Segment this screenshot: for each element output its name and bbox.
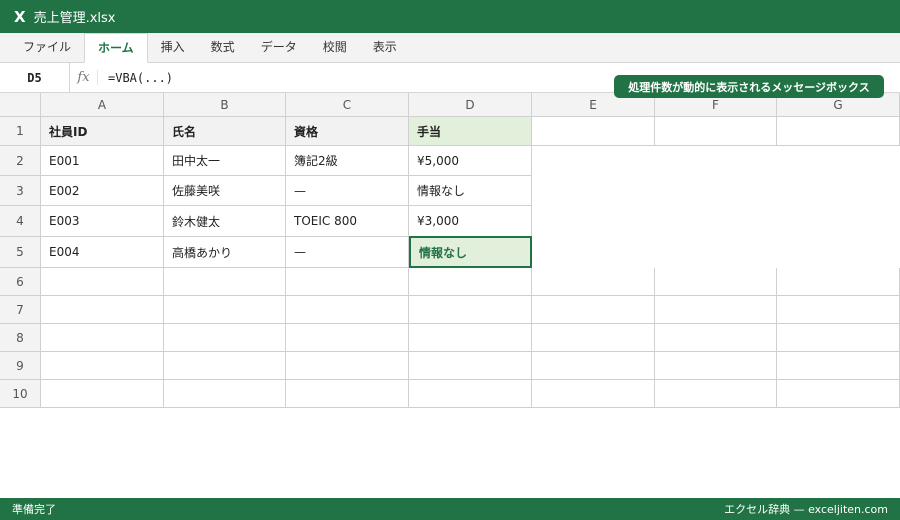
table-cell[interactable]: E001 [41,146,164,176]
cell-c10[interactable] [286,380,409,408]
table-cell[interactable]: 簿記2級 [286,146,409,176]
cell-d8[interactable] [409,324,532,352]
table-cell[interactable]: ¥5,000 [409,146,532,176]
cell-e7[interactable] [532,296,655,324]
tab-insert[interactable]: 挿入 [148,33,198,62]
window-title: 売上管理.xlsx [33,11,116,26]
column-header-d[interactable]: D [409,93,532,117]
cell-d9[interactable] [409,352,532,380]
cell-g10[interactable] [777,380,900,408]
row-header-8[interactable]: 8 [0,324,41,352]
fx-icon[interactable]: fx [70,70,98,85]
cell-a6[interactable] [41,268,164,296]
cell-c9[interactable] [286,352,409,380]
table-cell[interactable]: 鈴木健太 [164,206,286,237]
cell-b8[interactable] [164,324,286,352]
table-cell[interactable]: E002 [41,176,164,206]
cell-g9[interactable] [777,352,900,380]
header-cell-allowance[interactable]: 手当 [409,117,532,146]
cell-a7[interactable] [41,296,164,324]
row-header-2[interactable]: 2 [0,146,41,176]
cell-e10[interactable] [532,380,655,408]
cell-g7[interactable] [777,296,900,324]
row-header-5[interactable]: 5 [0,237,41,268]
row-header-7[interactable]: 7 [0,296,41,324]
ribbon-tabs: ファイル ホーム 挿入 数式 データ 校閲 表示 [0,33,900,63]
table-cell[interactable]: 高橋あかり [164,237,286,268]
selected-cell-d5[interactable]: 情報なし [409,236,532,268]
cell-d6[interactable] [409,268,532,296]
table-cell[interactable]: TOEIC 800 [286,206,409,237]
cell-f10[interactable] [655,380,777,408]
cell-c6[interactable] [286,268,409,296]
tab-formulas[interactable]: 数式 [198,33,248,62]
tab-view[interactable]: 表示 [360,33,410,62]
tab-home[interactable]: ホーム [84,33,148,63]
table-cell[interactable]: 佐藤美咲 [164,176,286,206]
cell-c7[interactable] [286,296,409,324]
cell-g8[interactable] [777,324,900,352]
cell-d7[interactable] [409,296,532,324]
cell-f6[interactable] [655,268,777,296]
cell-b7[interactable] [164,296,286,324]
cell-f1[interactable] [655,117,777,146]
row-header-4[interactable]: 4 [0,206,41,237]
cell-c8[interactable] [286,324,409,352]
row-header-9[interactable]: 9 [0,352,41,380]
table-cell[interactable]: — [286,176,409,206]
table-cell[interactable]: E003 [41,206,164,237]
header-cell-name[interactable]: 氏名 [164,117,286,146]
name-box[interactable]: D5 [0,63,70,92]
formula-input[interactable]: =VBA(...) [98,71,173,85]
column-header-a[interactable]: A [41,93,164,117]
cell-e8[interactable] [532,324,655,352]
status-bar: 準備完了 エクセル辞典 — exceljiten.com [0,498,900,520]
column-header-b[interactable]: B [164,93,286,117]
cell-a9[interactable] [41,352,164,380]
cell-b9[interactable] [164,352,286,380]
cell-e9[interactable] [532,352,655,380]
table-cell[interactable]: ¥3,000 [409,206,532,237]
cell-b10[interactable] [164,380,286,408]
status-credit: エクセル辞典 — exceljiten.com [724,503,888,516]
cell-b6[interactable] [164,268,286,296]
tab-data[interactable]: データ [248,33,310,62]
header-cell-employee-id[interactable]: 社員ID [41,117,164,146]
cell-d10[interactable] [409,380,532,408]
cell-g1[interactable] [777,117,900,146]
cell-g6[interactable] [777,268,900,296]
row-header-1[interactable]: 1 [0,117,41,146]
cell-e6[interactable] [532,268,655,296]
table-cell[interactable]: 田中太一 [164,146,286,176]
message-box-callout: 処理件数が動的に表示されるメッセージボックス [614,75,884,98]
excel-icon: X [14,7,26,26]
cell-f7[interactable] [655,296,777,324]
tab-file[interactable]: ファイル [10,33,84,62]
row-header-10[interactable]: 10 [0,380,41,408]
column-header-c[interactable]: C [286,93,409,117]
cell-a10[interactable] [41,380,164,408]
table-cell[interactable]: — [286,237,409,268]
cell-f9[interactable] [655,352,777,380]
header-cell-qualification[interactable]: 資格 [286,117,409,146]
status-ready: 準備完了 [12,503,56,516]
row-header-3[interactable]: 3 [0,176,41,206]
tab-review[interactable]: 校閲 [310,33,360,62]
cell-f8[interactable] [655,324,777,352]
cell-a8[interactable] [41,324,164,352]
cell-e1[interactable] [532,117,655,146]
table-cell[interactable]: E004 [41,237,164,268]
title-bar: X 売上管理.xlsx [0,0,900,33]
row-header-6[interactable]: 6 [0,268,41,296]
select-all-corner[interactable] [0,93,41,117]
table-cell[interactable]: 情報なし [409,176,532,206]
